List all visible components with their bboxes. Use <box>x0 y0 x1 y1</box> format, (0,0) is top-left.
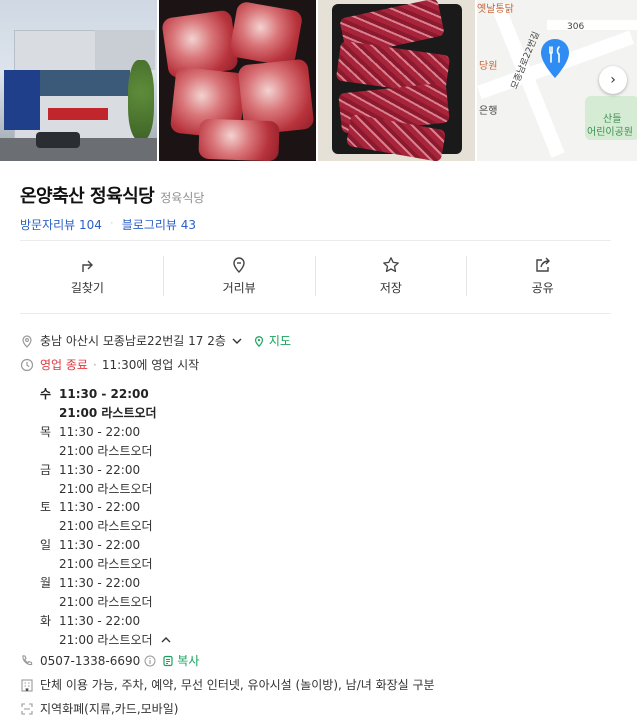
directions-button[interactable]: 길찾기 <box>12 256 164 296</box>
copy-icon <box>163 655 173 666</box>
payment-row: 지역화폐(지류,카드,모바일) <box>20 700 620 717</box>
blog-reviews-link[interactable]: 블로그리뷰 43 <box>122 216 196 233</box>
hours-last-order: 21:00 라스트오더 <box>59 443 153 458</box>
hours-day: 화 <box>40 613 52 628</box>
place-name: 온양축산 정육식당 <box>20 186 155 207</box>
share-label: 공유 <box>531 281 554 295</box>
hours-time: 11:30 - 22:00 <box>59 387 149 401</box>
map-label: 옛날통닭 <box>477 4 514 15</box>
meat-slice <box>198 118 280 161</box>
hours-day: 목 <box>40 424 52 439</box>
hours-time: 11:30 - 22:00 <box>59 576 141 591</box>
car <box>36 132 80 148</box>
map-label: 은행 <box>479 106 498 117</box>
hours-day-group: 토 11:30 - 22:00 21:00 라스트오더 <box>40 498 340 536</box>
photo-gallery: 옛날통닭 306 당원 모종남로22번길 은행 산들 어린이공원 › <box>0 0 637 161</box>
location-pin-icon <box>20 334 34 348</box>
share-button[interactable]: 공유 <box>467 256 618 296</box>
street-view-label: 거리뷰 <box>222 281 256 295</box>
status-closed: 영업 종료 <box>40 358 88 372</box>
hours-time: 11:30 - 22:00 <box>59 462 141 477</box>
hours-day-group: 화 11:30 - 22:00 21:00 라스트오더 <box>40 612 340 650</box>
map-label: 어린이공원 <box>587 127 633 138</box>
action-bar: 길찾기 거리뷰 저장 공유 <box>12 256 618 296</box>
building-icon <box>20 678 34 692</box>
tree <box>128 60 154 140</box>
star-icon <box>383 257 399 273</box>
hours-day: 수 <box>40 387 52 401</box>
hours-day: 금 <box>40 462 52 477</box>
vertical-sign <box>4 70 40 130</box>
place-category: 정육식당 <box>160 191 205 205</box>
next-photo-button[interactable]: › <box>599 66 627 94</box>
hours-day-group: 수 11:30 - 22:00 21:00 라스트오더 <box>40 385 340 423</box>
divider <box>20 240 611 241</box>
facilities-row: 단체 이용 가능, 주차, 예약, 무선 인터넷, 유아시설 (놀이방), 남/… <box>20 676 620 693</box>
opening-hours: 수 11:30 - 22:00 21:00 라스트오더 목 11:30 - 22:0… <box>40 385 340 650</box>
meat-photo-2[interactable] <box>318 0 475 161</box>
phone-number[interactable]: 0507-1338-6690 <box>40 654 140 668</box>
payment-text: 지역화폐(지류,카드,모바일) <box>40 702 179 716</box>
hours-day: 토 <box>40 500 52 515</box>
info-icon[interactable] <box>144 655 156 667</box>
meat-photo-1[interactable] <box>159 0 316 161</box>
clock-icon <box>20 358 34 372</box>
hours-day: 일 <box>40 538 52 553</box>
directions-label: 길찾기 <box>70 281 104 295</box>
facilities-text: 단체 이용 가능, 주차, 예약, 무선 인터넷, 유아시설 (놀이방), 남/… <box>40 678 435 692</box>
hours-last-order: 21:00 라스트오더 <box>59 594 153 609</box>
status-next-open: 11:30에 영업 시작 <box>101 358 200 372</box>
location-map[interactable]: 옛날통닭 306 당원 모종남로22번길 은행 산들 어린이공원 › <box>477 0 637 161</box>
phone-row: 0507-1338-6690 복사 <box>20 652 620 669</box>
map-link[interactable]: 지도 <box>269 332 291 349</box>
map-pin-icon <box>541 39 569 78</box>
hours-last-order: 21:00 라스트오더 <box>59 405 157 420</box>
review-separator: · <box>109 216 114 230</box>
meat-slice <box>228 0 304 68</box>
chevron-down-icon[interactable] <box>231 335 243 347</box>
hours-day: 월 <box>40 576 52 591</box>
save-button[interactable]: 저장 <box>316 256 468 296</box>
share-icon <box>535 257 550 272</box>
scan-icon <box>20 702 34 716</box>
chevron-up-icon[interactable] <box>160 634 172 646</box>
hours-last-order: 21:00 라스트오더 <box>59 519 153 534</box>
hours-time: 11:30 - 22:00 <box>59 424 141 439</box>
hours-time: 11:30 - 22:00 <box>59 500 141 515</box>
status-row: 영업 종료 · 11:30에 영업 시작 <box>20 356 620 373</box>
visitor-reviews-link[interactable]: 방문자리뷰 104 <box>20 216 102 233</box>
hours-day-group: 금 11:30 - 22:00 21:00 라스트오더 <box>40 461 340 499</box>
storefront-photo[interactable] <box>0 0 157 161</box>
map-label: 306 <box>567 22 585 32</box>
building-window <box>40 70 130 96</box>
place-header: 온양축산 정육식당 정육식당 방문자리뷰 104 · 블로그리뷰 43 <box>20 182 610 233</box>
phone-icon <box>20 654 34 668</box>
divider <box>20 313 611 314</box>
store-sign <box>48 108 108 120</box>
hours-day-group: 일 11:30 - 22:00 21:00 라스트오더 <box>40 536 340 574</box>
save-label: 저장 <box>379 281 402 295</box>
hours-day-group: 월 11:30 - 22:00 21:00 라스트오더 <box>40 574 340 612</box>
hours-last-order: 21:00 라스트오더 <box>59 481 153 496</box>
address-text: 충남 아산시 모종남로22번길 17 2층 <box>40 334 226 348</box>
hours-time: 11:30 - 22:00 <box>59 538 141 553</box>
map-marker-icon <box>254 335 263 347</box>
map-road <box>547 20 637 30</box>
hours-last-order: 21:00 라스트오더 <box>59 557 153 572</box>
address-row: 충남 아산시 모종남로22번길 17 2층 지도 <box>20 332 620 349</box>
hours-day-group: 목 11:30 - 22:00 21:00 라스트오더 <box>40 423 340 461</box>
directions-icon <box>82 260 94 272</box>
status-separator: · <box>92 357 97 372</box>
street-view-button[interactable]: 거리뷰 <box>164 256 316 296</box>
map-label: 당원 <box>479 61 498 72</box>
copy-phone-button[interactable]: 복사 <box>177 652 199 669</box>
hours-last-order: 21:00 라스트오더 <box>59 632 153 647</box>
street-view-icon <box>233 257 245 273</box>
hours-time: 11:30 - 22:00 <box>59 613 141 628</box>
